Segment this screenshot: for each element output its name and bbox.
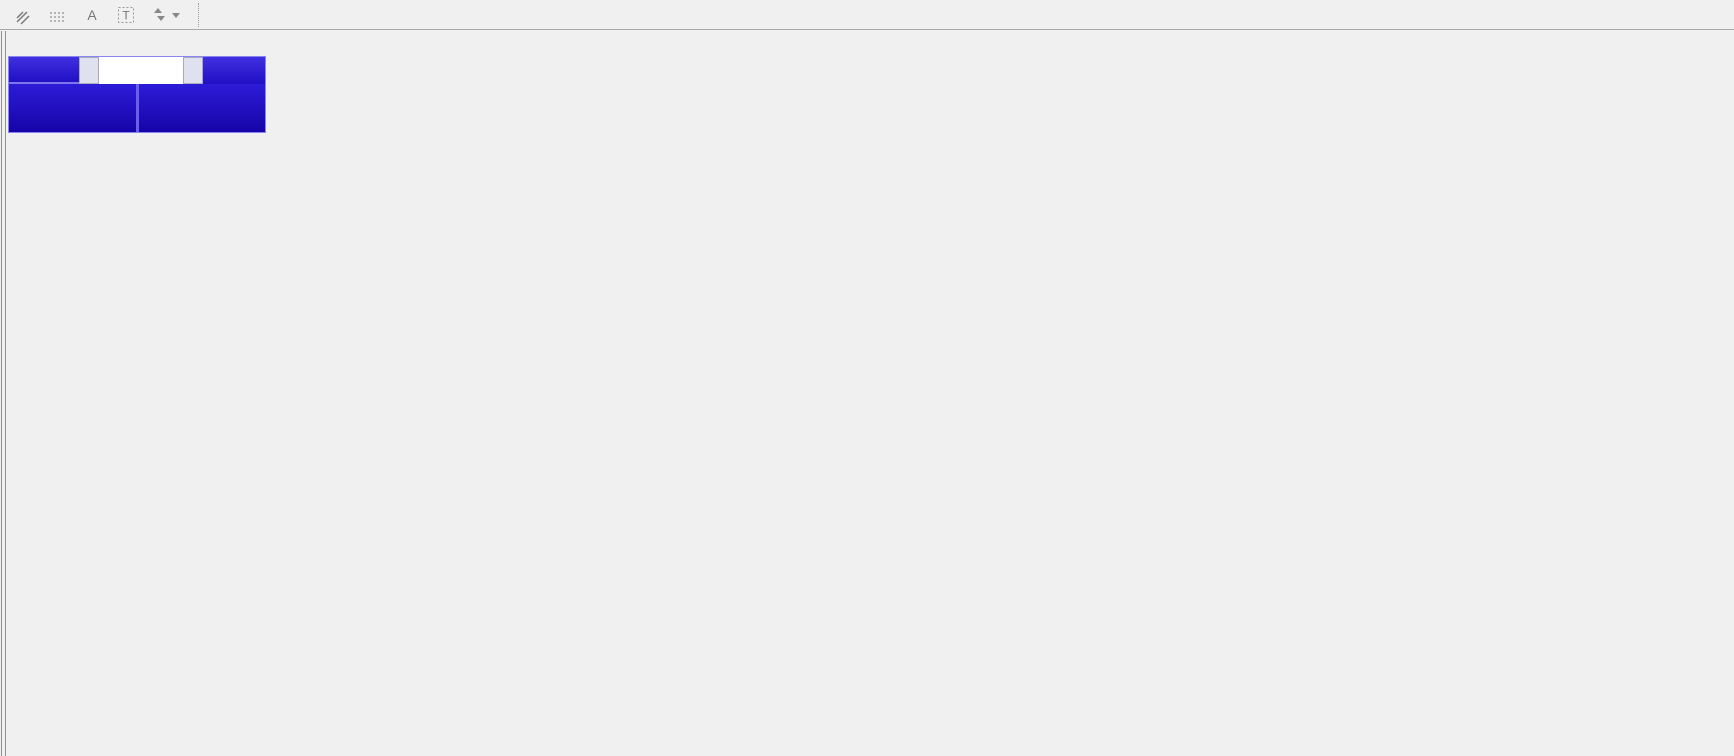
sell-price-display[interactable] (9, 84, 136, 132)
fibonacci-grid-icon[interactable] (44, 3, 72, 27)
text-label-icon[interactable]: A (78, 3, 106, 27)
toolbar-separator (198, 2, 200, 27)
sell-button[interactable] (9, 57, 79, 84)
svg-text:T: T (122, 8, 130, 22)
text-tool-icon[interactable]: T (112, 3, 140, 27)
expert-advisors-icon[interactable] (10, 3, 38, 27)
trading-terminal: A T (0, 0, 1734, 756)
buy-price-display[interactable] (138, 84, 265, 132)
volume-decrease-button[interactable] (79, 57, 99, 84)
arrows-tool-icon[interactable] (146, 3, 186, 27)
volume-increase-button[interactable] (183, 57, 203, 84)
one-click-trade-panel (8, 56, 266, 133)
buy-button[interactable] (203, 57, 265, 84)
volume-input[interactable] (99, 57, 183, 84)
window-frame-left (1, 31, 2, 756)
window-frame-left-inner (5, 31, 6, 756)
svg-text:A: A (87, 7, 97, 23)
toolbar: A T (0, 0, 1734, 30)
